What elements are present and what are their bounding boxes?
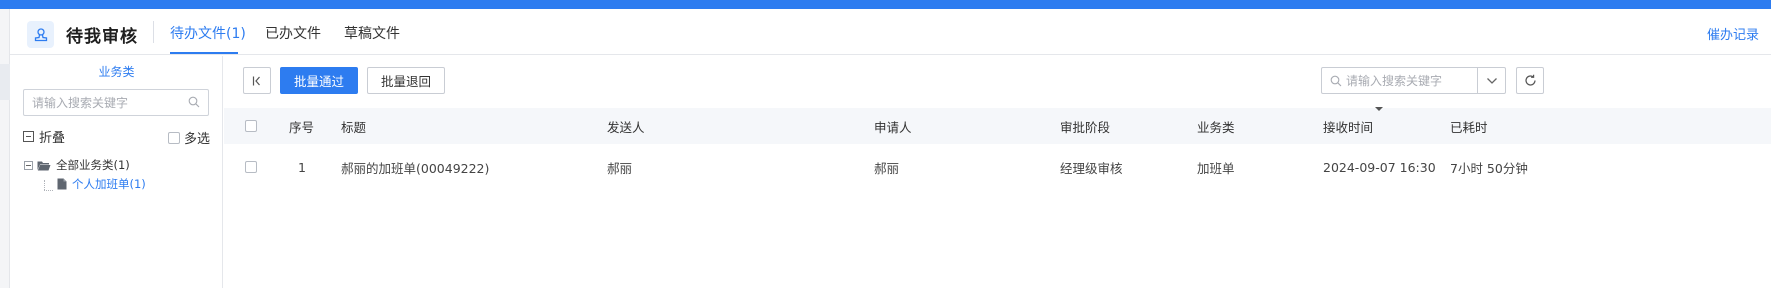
sidebar-search-box — [23, 89, 209, 116]
column-header-applicant[interactable]: 申请人 — [874, 108, 912, 144]
collapse-square-icon — [23, 131, 34, 142]
select-all-checkbox[interactable] — [245, 120, 257, 132]
header-divider — [153, 21, 154, 43]
table-row[interactable]: 1 郝丽的加班单(00049222) 郝丽 郝丽 经理级审核 加班单 2024-… — [224, 144, 1771, 190]
row-stage: 经理级审核 — [1060, 160, 1123, 176]
collapse-sidebar-button[interactable] — [243, 67, 271, 94]
tab-draft-files[interactable]: 草稿文件 — [344, 23, 400, 43]
multi-select-label: 多选 — [184, 132, 211, 147]
select-all-cell — [245, 108, 257, 144]
category-sidebar: 业务类 折叠 多选 全部业务类(1) 个人加班 — [10, 56, 223, 288]
fold-label: 折叠 — [39, 131, 66, 146]
page-header: 待我审核 待办文件(1) 已办文件 草稿文件 催办记录 — [10, 9, 1771, 55]
column-header-elapsed[interactable]: 已耗时 — [1450, 108, 1488, 144]
top-accent-bar — [0, 0, 1771, 9]
batch-return-button[interactable]: 批量退回 — [367, 67, 445, 94]
tree-node-overtime[interactable]: 个人加班单(1) — [57, 176, 146, 192]
left-nav-active-mark — [0, 64, 10, 100]
tree-node-label: 全部业务类(1) — [56, 158, 130, 172]
refresh-button[interactable] — [1516, 67, 1544, 94]
column-header-category[interactable]: 业务类 — [1197, 108, 1235, 144]
main-content: 批量通过 批量退回 序号 标题 发送人 申请人 审批阶段 业务类 — [224, 56, 1771, 288]
column-header-received-time[interactable]: 接收时间 — [1323, 108, 1373, 144]
fold-toggle[interactable]: 折叠 — [23, 127, 65, 146]
batch-approve-button[interactable]: 批量通过 — [280, 67, 358, 94]
row-sender: 郝丽 — [607, 160, 633, 176]
chevron-down-icon — [1486, 77, 1497, 84]
tab-done-files[interactable]: 已办文件 — [265, 23, 321, 43]
folder-open-icon — [37, 160, 51, 171]
row-index: 1 — [298, 159, 306, 175]
tab-pending-files[interactable]: 待办文件(1) — [170, 23, 246, 43]
tree-collapse-icon[interactable] — [24, 160, 33, 170]
row-received-time: 2024-09-07 16:30 — [1323, 159, 1436, 175]
table-header-row: 序号 标题 发送人 申请人 审批阶段 业务类 接收时间 已耗时 — [224, 107, 1771, 144]
tree-connector — [44, 180, 45, 190]
multi-select-checkbox[interactable] — [168, 131, 180, 144]
row-elapsed: 7小时 50分钟 — [1450, 160, 1528, 176]
tree-node-all-categories[interactable]: 全部业务类(1) — [24, 157, 130, 173]
row-applicant: 郝丽 — [874, 160, 900, 176]
table-search-box — [1321, 67, 1506, 94]
main-panel: 待我审核 待办文件(1) 已办文件 草稿文件 催办记录 业务类 折叠 多选 — [10, 9, 1771, 288]
column-header-index: 序号 — [289, 119, 315, 135]
row-category: 加班单 — [1197, 160, 1235, 176]
row-checkbox[interactable] — [245, 161, 257, 173]
chevron-left-bar-icon — [252, 76, 260, 85]
search-icon — [1330, 75, 1342, 91]
tree-node-label: 个人加班单(1) — [72, 177, 146, 191]
table-search-input[interactable] — [1346, 69, 1474, 92]
approval-stamp-icon — [27, 21, 54, 48]
refresh-icon — [1524, 74, 1536, 86]
row-select-cell — [245, 144, 257, 190]
left-nav-strip — [0, 9, 10, 288]
search-dropdown-toggle[interactable] — [1477, 68, 1505, 93]
sidebar-title: 业务类 — [98, 65, 135, 79]
page-title: 待我审核 — [66, 27, 138, 47]
row-title-link[interactable]: 郝丽的加班单(00049222) — [341, 144, 489, 190]
sidebar-search-input[interactable] — [32, 90, 182, 115]
reminder-records-link[interactable]: 催办记录 — [1707, 24, 1759, 43]
multi-select-toggle[interactable]: 多选 — [168, 128, 210, 147]
column-header-title[interactable]: 标题 — [341, 108, 366, 144]
sort-indicator-icon[interactable] — [1375, 107, 1383, 111]
column-header-sender[interactable]: 发送人 — [607, 108, 645, 144]
search-icon[interactable] — [188, 96, 200, 112]
tree-connector — [44, 190, 53, 191]
file-icon — [57, 178, 67, 190]
active-tab-indicator — [170, 52, 238, 54]
column-header-stage[interactable]: 审批阶段 — [1060, 108, 1110, 144]
